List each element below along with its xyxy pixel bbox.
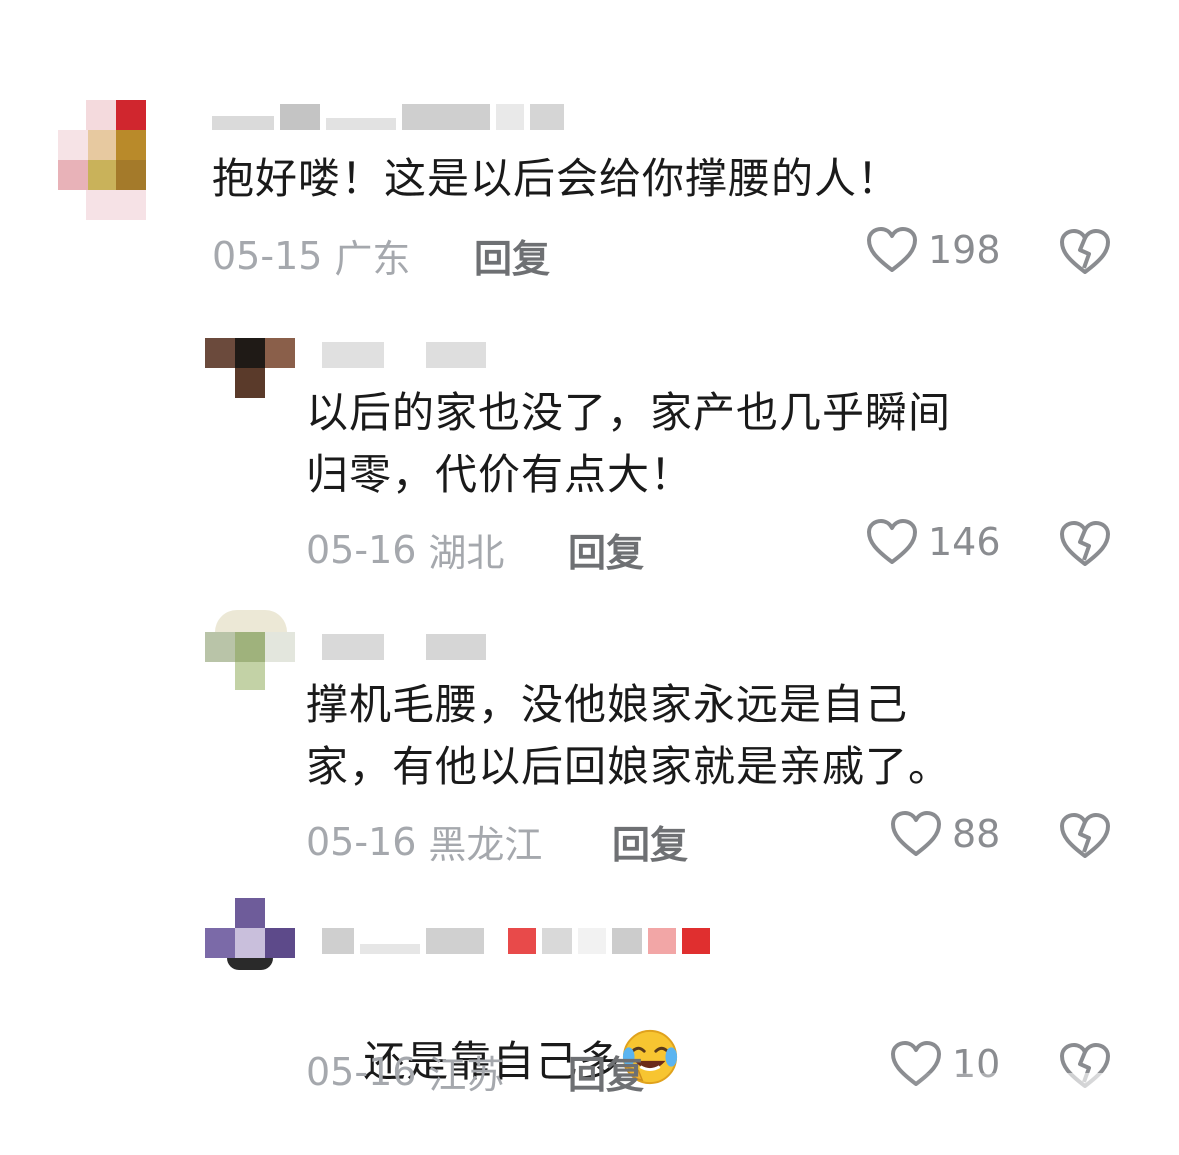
broken-heart-icon [1060, 813, 1110, 858]
broken-heart-icon [1060, 521, 1110, 566]
username-blurred[interactable] [322, 632, 486, 660]
like-count: 198 [928, 228, 1001, 272]
username-blurred[interactable] [212, 102, 564, 130]
avatar[interactable] [205, 898, 297, 970]
like-count: 88 [952, 812, 1001, 856]
comment-meta: 05-15 广东 [212, 228, 410, 283]
reply-button[interactable]: 回复 [612, 814, 688, 869]
dislike-button[interactable] [1058, 228, 1112, 280]
like-button[interactable]: 198 [866, 226, 1001, 274]
username-blurred[interactable] [322, 926, 710, 954]
comment-location: 广东 [334, 237, 411, 281]
like-button[interactable]: 146 [866, 518, 1001, 566]
comment-meta: 05-16 江苏 [306, 1044, 504, 1099]
dislike-button[interactable] [1058, 520, 1112, 572]
reply-button[interactable]: 回复 [474, 228, 550, 283]
reply-button[interactable]: 回复 [568, 1044, 644, 1099]
username-blurred[interactable] [322, 340, 486, 368]
reply-button[interactable]: 回复 [568, 522, 644, 577]
heart-outline-icon [867, 227, 917, 272]
broken-heart-icon [1060, 229, 1110, 274]
comment-text: 以后的家也没了，家产也几乎瞬间 归零，代价有点大！ [306, 388, 952, 499]
bottom-fade-overlay [899, 1073, 1179, 1113]
comment-location: 江苏 [428, 1053, 505, 1097]
comment-location: 黑龙江 [428, 823, 543, 867]
avatar[interactable] [205, 338, 297, 398]
comment-text: 抱好喽！这是以后会给你撑腰的人！ [212, 154, 901, 203]
comment-time: 05-15 [212, 233, 323, 278]
heart-outline-icon [891, 811, 941, 856]
comment-text: 撑机毛腰，没他娘家永远是自己 家，有他以后回娘家就是亲戚了。 [306, 680, 952, 791]
comment-time: 05-16 [306, 527, 417, 572]
dislike-button[interactable] [1058, 812, 1112, 864]
avatar[interactable] [205, 610, 297, 690]
comment-location: 湖北 [428, 531, 505, 575]
like-button[interactable]: 88 [890, 810, 1000, 858]
comment-time: 05-16 [306, 819, 417, 864]
comment-time: 05-16 [306, 1049, 417, 1094]
comment-meta: 05-16 黑龙江 [306, 814, 542, 869]
like-count: 146 [928, 520, 1001, 564]
heart-outline-icon [867, 519, 917, 564]
avatar[interactable] [58, 100, 178, 220]
comment-meta: 05-16 湖北 [306, 522, 504, 577]
